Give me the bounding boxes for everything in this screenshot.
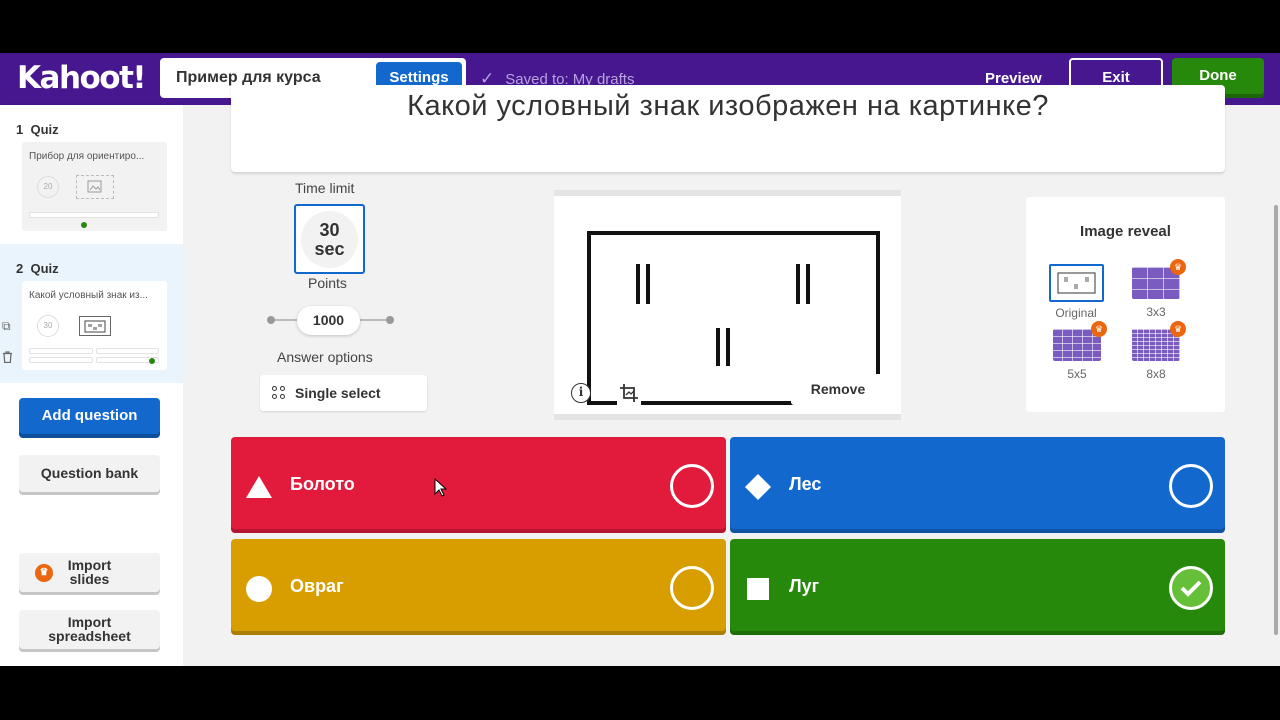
- slider-stop[interactable]: [386, 316, 394, 324]
- square-icon: [747, 578, 769, 600]
- answer-option-4[interactable]: Луг: [730, 539, 1225, 635]
- info-icon[interactable]: i: [571, 383, 591, 403]
- slide-timer: 20: [37, 176, 59, 198]
- slide-label: 1 Quiz: [16, 122, 59, 137]
- slider-stop[interactable]: [267, 316, 275, 324]
- diamond-icon: [745, 474, 771, 500]
- time-limit-selector[interactable]: 30 sec: [294, 204, 365, 274]
- reveal-option-5x5[interactable]: ♛ 5x5: [1049, 321, 1107, 381]
- slide-timer: 30: [37, 315, 59, 337]
- answer-option-3[interactable]: Овраг: [231, 539, 726, 635]
- import-spreadsheet-label: Import: [67, 614, 112, 630]
- duplicate-icon[interactable]: ⧉: [2, 319, 11, 334]
- answer-type-label: Single select: [295, 385, 381, 401]
- answer-text: Болото: [290, 474, 355, 494]
- slide-thumbnail[interactable]: Прибор для ориентиро... 20: [22, 142, 167, 231]
- question-text: Какой условный знак изображен на картинк…: [407, 90, 1049, 122]
- answer-option-1[interactable]: Болото: [231, 437, 726, 533]
- answer-type-dropdown[interactable]: Single select: [260, 375, 427, 411]
- correct-dot: [81, 222, 87, 228]
- time-limit-value: 30 sec: [301, 211, 358, 268]
- image-placeholder-icon: [76, 175, 114, 199]
- points-value[interactable]: 1000: [297, 306, 360, 335]
- time-limit-label: Time limit: [295, 180, 355, 196]
- answer-line: [29, 357, 93, 363]
- reveal-option-3x3[interactable]: ♛ 3x3: [1128, 259, 1186, 319]
- reveal-thumbnail: ♛: [1053, 321, 1107, 361]
- reveal-option-original[interactable]: Original: [1048, 264, 1104, 320]
- mouse-cursor: [434, 478, 448, 497]
- answer-text: Овраг: [290, 576, 344, 596]
- image-reveal-panel: Image reveal Original ♛ 3x3 ♛ 5x5 ♛ 8x8: [1026, 197, 1225, 412]
- add-question-button[interactable]: Add question: [19, 398, 160, 438]
- slide-item-1[interactable]: 1 Quiz Прибор для ориентиро... 20: [0, 105, 183, 244]
- slides-sidebar: 1 Quiz Прибор для ориентиро... 20 2 Quiz…: [0, 105, 183, 666]
- slide-thumbnail[interactable]: Какой условный знак из... 30: [22, 281, 167, 370]
- points-label: Points: [308, 275, 347, 291]
- import-slides-button[interactable]: ♛ Import slides: [19, 553, 160, 595]
- crown-icon: ♛: [1170, 259, 1186, 275]
- triangle-icon: [246, 476, 272, 498]
- reveal-option-label: 3x3: [1146, 305, 1166, 319]
- slide-label: 2 Quiz: [16, 261, 59, 276]
- correct-dot: [149, 358, 155, 364]
- answer-options-label: Answer options: [277, 349, 373, 365]
- reveal-thumbnail: ♛: [1132, 321, 1186, 361]
- reveal-thumbnail: ♛: [1132, 259, 1186, 299]
- answer-text: Луг: [789, 576, 820, 596]
- crown-icon: ♛: [1091, 321, 1107, 337]
- letterbox-bottom: [0, 666, 1280, 720]
- reveal-option-8x8[interactable]: ♛ 8x8: [1128, 321, 1186, 381]
- checkmark-icon: [1180, 580, 1202, 597]
- correct-answer-toggle[interactable]: [1169, 464, 1213, 508]
- answer-text: Лес: [789, 474, 822, 494]
- crop-icon[interactable]: [617, 381, 641, 405]
- answer-option-2[interactable]: Лес: [730, 437, 1225, 533]
- slide-image-thumbnail: [79, 316, 111, 336]
- correct-answer-toggle[interactable]: [670, 566, 714, 610]
- import-spreadsheet-label: spreadsheet: [48, 628, 131, 644]
- slide-item-2[interactable]: 2 Quiz Какой условный знак из... 30: [0, 244, 183, 383]
- reveal-option-label: 5x5: [1067, 367, 1087, 381]
- import-spreadsheet-button[interactable]: Import spreadsheet: [19, 610, 160, 652]
- question-input[interactable]: Какой условный знак изображен на картинк…: [231, 85, 1225, 172]
- crown-icon: ♛: [35, 564, 53, 582]
- slide-thumbnail-text: Какой условный знак из...: [29, 290, 148, 301]
- answer-line: [29, 212, 159, 218]
- reveal-thumbnail: [1048, 264, 1104, 302]
- slide-thumbnail-text: Прибор для ориентиро...: [29, 151, 145, 162]
- grid-icon: [272, 386, 286, 400]
- correct-answer-toggle[interactable]: [1169, 566, 1213, 610]
- reveal-option-label: 8x8: [1146, 367, 1166, 381]
- reveal-option-label: Original: [1055, 306, 1097, 320]
- trash-icon[interactable]: [2, 351, 13, 366]
- question-bank-button[interactable]: Question bank: [19, 455, 160, 495]
- correct-answer-toggle[interactable]: [670, 464, 714, 508]
- scrollbar-thumb[interactable]: [1274, 205, 1278, 635]
- image-reveal-title: Image reveal: [1080, 223, 1171, 240]
- circle-icon: [246, 576, 272, 602]
- answer-line: [29, 348, 93, 354]
- answer-line: [96, 348, 159, 354]
- remove-image-button[interactable]: Remove: [791, 374, 885, 405]
- kahoot-logo[interactable]: Kahoot!: [17, 60, 147, 96]
- crown-icon: ♛: [1170, 321, 1186, 337]
